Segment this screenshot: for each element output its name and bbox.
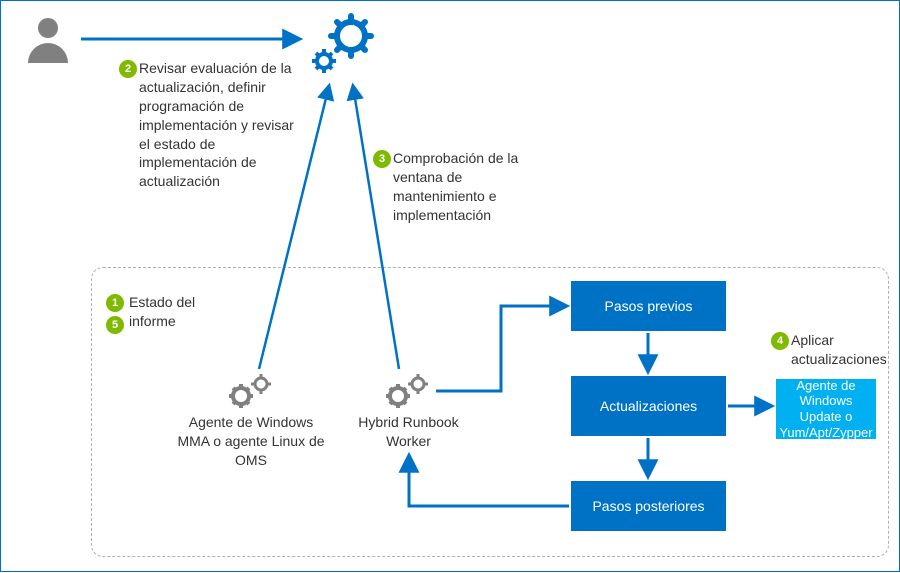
- badge-1: 1: [106, 293, 124, 312]
- agent-mma-label: Agente de Windows MMA o agente Linux de …: [171, 413, 331, 470]
- diagram-canvas: 2 Revisar evaluación de la actualización…: [0, 0, 900, 572]
- hybrid-worker-gears-icon: [383, 371, 433, 416]
- badge-2-circle: 2: [119, 60, 137, 78]
- update-agent-box: Agente de Windows Update o Yum/Apt/Zyppe…: [776, 379, 876, 439]
- badge-3: 3: [373, 149, 391, 168]
- updates-box: Actualizaciones: [571, 376, 726, 436]
- agent-gears-icon: [226, 371, 276, 416]
- step-1-5-text: Estado del informe: [129, 293, 214, 331]
- post-steps-box: Pasos posteriores: [571, 481, 726, 531]
- automation-gear-icon: [306, 11, 376, 86]
- badge-1-circle: 1: [106, 294, 124, 312]
- badge-5: 5: [106, 315, 124, 334]
- badge-5-circle: 5: [106, 316, 124, 334]
- hybrid-worker-label: Hybrid Runbook Worker: [351, 413, 466, 451]
- pre-steps-box: Pasos previos: [571, 281, 726, 331]
- step-3-text: Comprobación de la ventana de mantenimie…: [393, 149, 528, 225]
- user-icon: [23, 13, 73, 68]
- badge-2: 2: [119, 59, 137, 78]
- badge-3-circle: 3: [373, 150, 391, 168]
- step-2-text: Revisar evaluación de la actualización, …: [139, 59, 294, 191]
